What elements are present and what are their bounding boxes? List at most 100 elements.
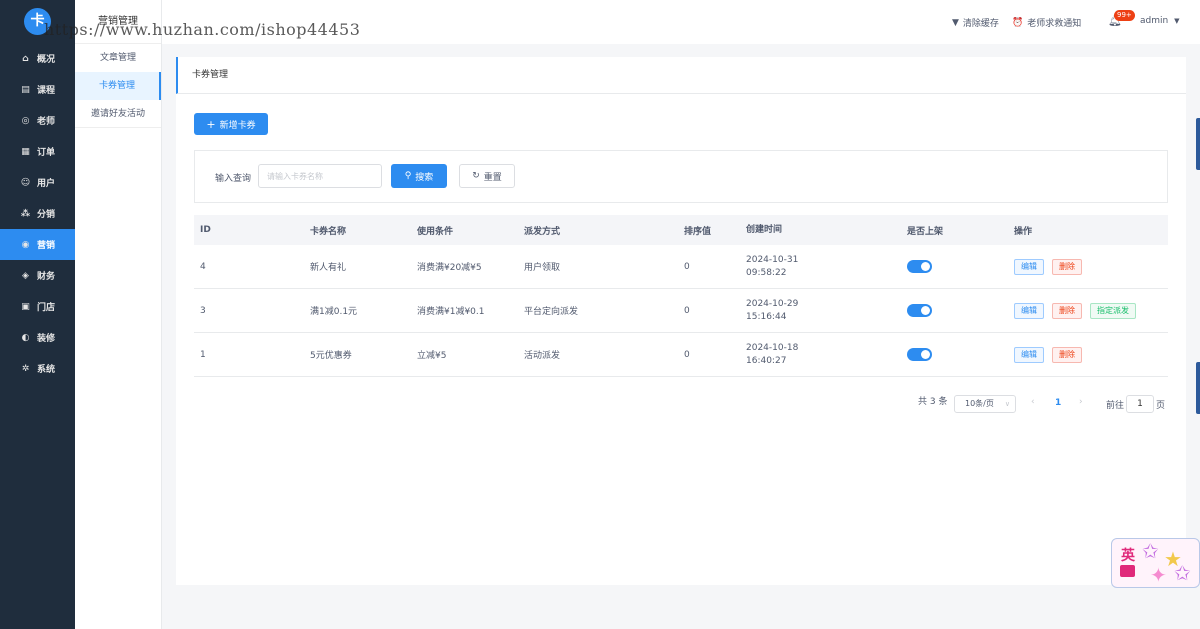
plus-icon: + — [206, 117, 216, 131]
shirt-icon — [1120, 565, 1135, 577]
sidebar-item-0[interactable]: ⌂ 概况 — [0, 43, 75, 74]
cell-sort: 0 — [684, 261, 690, 272]
cell-name: 新人有礼 — [310, 263, 347, 273]
alarm-icon: ⏰ — [1012, 17, 1024, 28]
teacher-icon: ◎ — [21, 115, 30, 126]
cell-ops: 编辑 删除 指定派发 — [1008, 302, 1168, 319]
on-shelf-toggle[interactable] — [907, 304, 932, 317]
delete-button[interactable]: 删除 — [1052, 302, 1082, 319]
col-header-condition: 使用条件 — [417, 226, 454, 237]
cell-time: 15:16:44 — [746, 311, 787, 322]
assign-button[interactable]: 指定派发 — [1090, 302, 1136, 319]
floating-input-widget[interactable]: 英 ✩ ★ ✩ ✦ — [1111, 538, 1200, 588]
main-sidebar: 卡 ⌂ 概况 ▤ 课程 ◎ 老师 ▦ 订单 ☺ 用户 ⁂ 分销 ◉ 营销 ◈ 财务 ▣ 门店 ◐ 装修 ✲ 系统 — [0, 0, 75, 629]
page-1-button[interactable]: 1 — [1055, 398, 1061, 408]
user-menu[interactable]: admin ▼ — [1140, 16, 1179, 26]
watermark-text: https://www.huzhan.com/ishop44453 — [44, 20, 361, 39]
coupon-name-input[interactable] — [258, 164, 382, 188]
edit-button[interactable]: 编辑 — [1014, 346, 1044, 363]
cell-sort: 0 — [684, 305, 690, 316]
cell-condition: 消费满¥1减¥0.1 — [417, 307, 485, 317]
edge-tab-middle[interactable] — [1196, 362, 1200, 414]
col-header-created: 创建时间 — [746, 224, 783, 235]
sidebar-item-label: 装修 — [37, 334, 56, 344]
system-icon: ✲ — [21, 363, 30, 374]
caret-down-icon: ▼ — [1174, 17, 1180, 25]
sidebar-item-label: 门店 — [37, 303, 56, 313]
sidebar-item-label: 分销 — [37, 210, 56, 220]
clear-cache-button[interactable]: ▼ 清除缓存 — [952, 16, 999, 30]
order-icon: ▦ — [21, 146, 30, 157]
next-page-button[interactable]: › — [1079, 397, 1083, 407]
sidebar-item-3[interactable]: ▦ 订单 — [0, 136, 75, 167]
sidebar-item-label: 用户 — [37, 179, 56, 189]
finance-icon: ◈ — [22, 270, 29, 281]
cell-on-shelf — [901, 304, 1008, 317]
on-shelf-toggle[interactable] — [907, 348, 932, 361]
cell-id: 4 — [200, 261, 206, 272]
cell-date: 2024-10-29 — [746, 298, 799, 309]
teacher-notice-button[interactable]: ⏰ 老师求救通知 — [1012, 16, 1082, 30]
pagination-total: 共 3 条 — [918, 397, 948, 407]
add-coupon-button[interactable]: + 新增卡券 — [194, 113, 268, 135]
sidebar-item-2[interactable]: ◎ 老师 — [0, 105, 75, 136]
username-label: admin — [1140, 16, 1169, 26]
goto-page-input[interactable] — [1126, 395, 1154, 413]
submenu-item-coupon[interactable]: 卡券管理 — [75, 72, 161, 100]
page-size-select[interactable]: 10条/页 ∨ — [954, 395, 1016, 413]
on-shelf-toggle[interactable] — [907, 260, 932, 273]
goto-label: 前往 — [1106, 401, 1125, 411]
sidebar-item-label: 概况 — [37, 55, 56, 65]
col-header-ops: 操作 — [1014, 226, 1033, 237]
table-body: 4 新人有礼 消费满¥20减¥5 用户领取 0 2024-10-31 09:58:22 编辑删… — [194, 245, 1168, 377]
cell-condition: 立减¥5 — [417, 351, 447, 361]
cell-name: 5元优惠券 — [310, 351, 352, 361]
teacher-notice-label: 老师求救通知 — [1027, 19, 1082, 29]
delete-button[interactable]: 删除 — [1052, 346, 1082, 363]
chevron-down-icon: ∨ — [1004, 400, 1010, 408]
submenu: 营销管理 文章管理 卡券管理 邀请好友活动 — [75, 0, 162, 629]
edit-button[interactable]: 编辑 — [1014, 302, 1044, 319]
cell-name: 满1减0.1元 — [310, 307, 358, 317]
sidebar-item-1[interactable]: ▤ 课程 — [0, 74, 75, 105]
submenu-item-article[interactable]: 文章管理 — [75, 44, 161, 72]
cell-method: 用户领取 — [524, 263, 561, 273]
prev-page-button[interactable]: ‹ — [1031, 397, 1035, 407]
sidebar-item-6[interactable]: ◉ 营销 — [0, 229, 75, 260]
widget-char: 英 — [1121, 548, 1135, 564]
page-size-value: 10条/页 — [965, 399, 994, 408]
table-header: ID 卡券名称 使用条件 派发方式 排序值 创建时间 是否上架 操作 — [194, 215, 1168, 245]
cell-created: 2024-10-29 15:16:44 — [740, 298, 901, 324]
coupon-table: ID 卡券名称 使用条件 派发方式 排序值 创建时间 是否上架 操作 4 新人有礼… — [194, 215, 1168, 377]
edge-tab-top[interactable] — [1196, 118, 1200, 170]
reset-button[interactable]: ↻ 重置 — [459, 164, 515, 188]
sidebar-item-10[interactable]: ✲ 系统 — [0, 353, 75, 384]
search-icon: ⚲ — [404, 171, 412, 181]
cell-method: 活动派发 — [524, 351, 561, 361]
sidebar-item-4[interactable]: ☺ 用户 — [0, 167, 75, 198]
course-icon: ▤ — [21, 84, 30, 95]
edit-button[interactable]: 编辑 — [1014, 258, 1044, 275]
notification-badge: 99+ — [1114, 10, 1135, 21]
submenu-item-invite[interactable]: 邀请好友活动 — [75, 100, 161, 128]
sidebar-item-9[interactable]: ◐ 装修 — [0, 322, 75, 353]
sidebar-item-5[interactable]: ⁂ 分销 — [0, 198, 75, 229]
search-button[interactable]: ⚲ 搜索 — [391, 164, 447, 188]
sidebar-item-label: 老师 — [37, 117, 56, 127]
distribution-icon: ⁂ — [20, 208, 31, 219]
home-icon: ⌂ — [22, 53, 29, 64]
user-icon: ☺ — [20, 177, 31, 188]
cell-date: 2024-10-18 — [746, 342, 799, 353]
delete-button[interactable]: 删除 — [1052, 258, 1082, 275]
sidebar-item-7[interactable]: ◈ 财务 — [0, 260, 75, 291]
table-row: 4 新人有礼 消费满¥20减¥5 用户领取 0 2024-10-31 09:58:22 编辑删… — [194, 245, 1168, 289]
cell-id: 3 — [200, 305, 206, 316]
main-nav: ⌂ 概况 ▤ 课程 ◎ 老师 ▦ 订单 ☺ 用户 ⁂ 分销 ◉ 营销 ◈ 财务 ▣ 门店 ◐ 装修 ✲ 系统 — [0, 43, 75, 384]
sidebar-item-label: 财务 — [37, 272, 56, 282]
sidebar-item-label: 营销 — [37, 241, 56, 251]
star-icon: ✩ — [1174, 561, 1191, 585]
sidebar-item-label: 课程 — [37, 86, 56, 96]
cell-method: 平台定向派发 — [524, 307, 579, 317]
sidebar-item-8[interactable]: ▣ 门店 — [0, 291, 75, 322]
sidebar-item-label: 系统 — [37, 365, 56, 375]
